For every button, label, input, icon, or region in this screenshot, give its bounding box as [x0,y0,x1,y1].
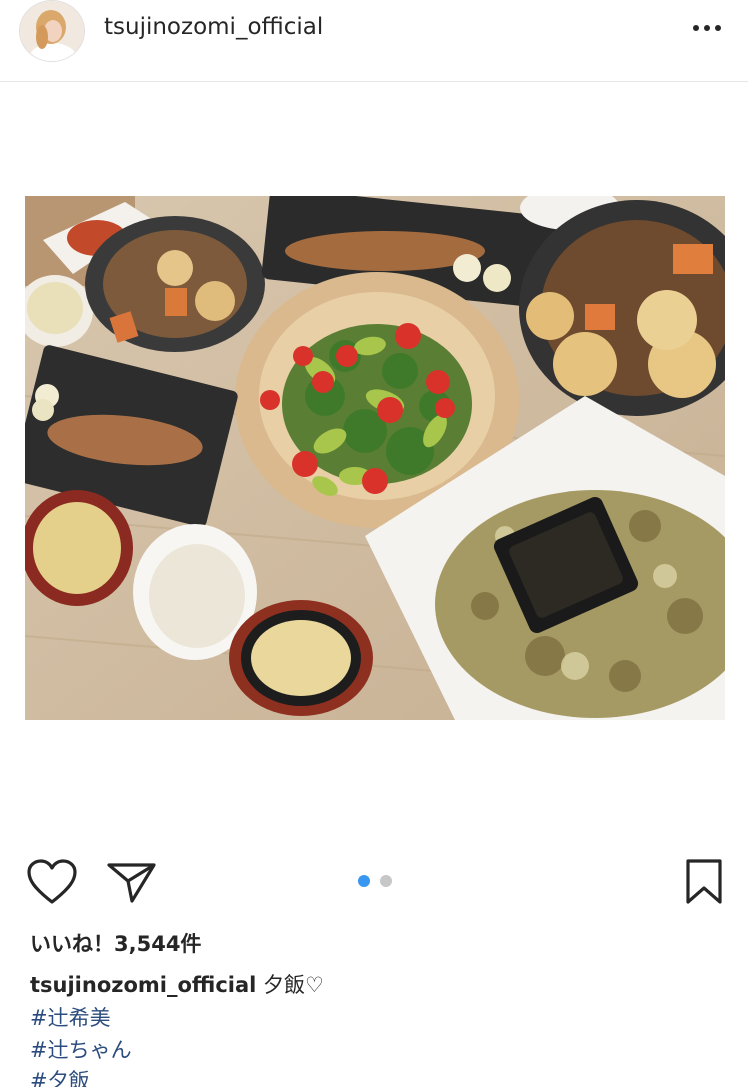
post-header: tsujinozomi_official [0,0,748,82]
carousel-dot [380,875,392,887]
likes-count[interactable]: いいね！3,544件 [30,928,201,958]
hashtag-link[interactable]: #辻希美 [30,1002,111,1032]
post-photo[interactable] [25,196,725,720]
avatar[interactable] [19,0,85,62]
heart-icon[interactable] [26,858,78,906]
bookmark-icon[interactable] [684,858,724,906]
caption: tsujinozomi_official 夕飯♡ [30,969,324,999]
caption-username[interactable]: tsujinozomi_official [30,973,256,997]
carousel-dot-active [358,875,370,887]
dinner-photo [25,196,725,720]
hashtag-link[interactable]: #辻ちゃん [30,1034,132,1064]
paper-plane-icon[interactable] [106,860,158,904]
caption-text: 夕飯♡ [256,973,324,997]
hashtag-link[interactable]: #夕飯 [30,1065,90,1087]
ellipsis-horizontal-icon[interactable] [690,16,724,40]
avatar-image [20,1,84,61]
post-username[interactable]: tsujinozomi_official [104,14,323,40]
post-actions [0,855,748,911]
